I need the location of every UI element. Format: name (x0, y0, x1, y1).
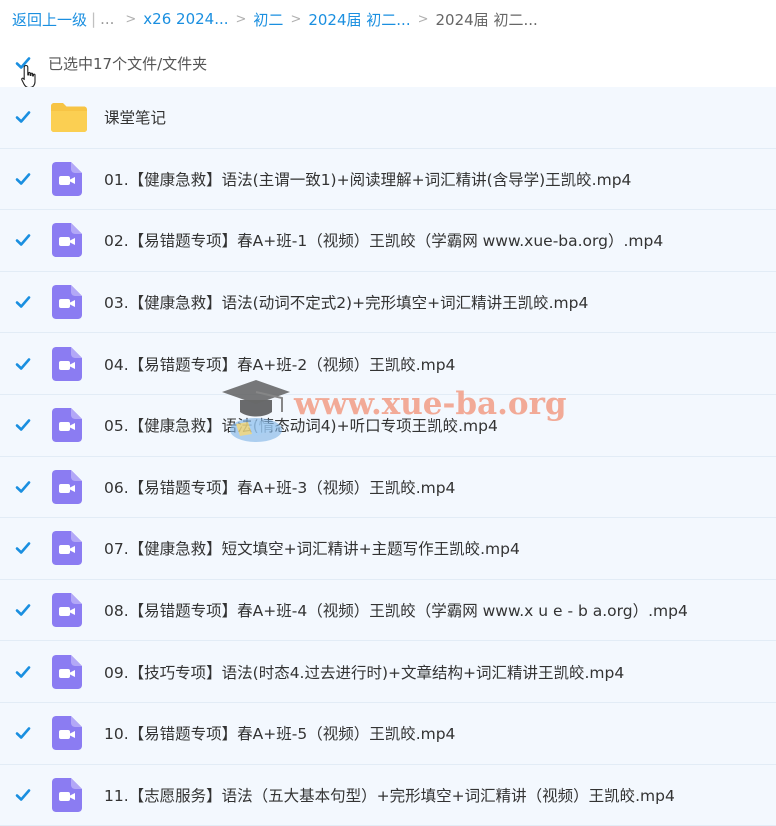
video-file-icon (52, 716, 82, 751)
chevron-right-icon: > (290, 11, 302, 27)
file-name[interactable]: 05.【健康急救】语法(情态动词4)+听口专项王凯皎.mp4 (104, 414, 498, 436)
video-file-icon (52, 654, 82, 689)
row-checkbox[interactable] (14, 170, 32, 188)
breadcrumb: 返回上一级 | ... > x26 2024... > 初二 > 2024届 初… (12, 8, 538, 30)
chevron-right-icon: > (235, 11, 247, 27)
file-row[interactable]: 07.【健康急救】短文填空+词汇精讲+主题写作王凯皎.mp4 (0, 518, 776, 580)
video-file-icon (32, 408, 82, 443)
video-file-icon (32, 593, 82, 628)
checkbox-checked-icon (15, 234, 31, 247)
breadcrumb-item-grade[interactable]: 初二 (253, 9, 283, 30)
row-checkbox[interactable] (14, 539, 32, 557)
breadcrumb-divider: | (91, 10, 97, 28)
file-name[interactable]: 课堂笔记 (104, 106, 166, 128)
checkbox-checked-icon (15, 357, 31, 370)
row-checkbox[interactable] (14, 231, 32, 249)
video-file-icon (32, 223, 82, 258)
video-file-icon (52, 161, 82, 196)
checkbox-checked-icon (15, 296, 31, 308)
selection-count-text: 已选中17个文件/文件夹 (48, 54, 208, 73)
breadcrumb-current: 2024届 初二... (435, 10, 538, 29)
video-file-icon (32, 161, 82, 196)
folder-row[interactable]: 课堂笔记 (0, 87, 776, 149)
row-checkbox[interactable] (14, 601, 32, 619)
row-checkbox[interactable] (14, 355, 32, 373)
row-checkbox[interactable] (14, 478, 32, 496)
video-file-icon (52, 408, 82, 443)
file-name[interactable]: 08.【易错题专项】春A+班-4（视频）王凯皎（学霸网 www.x u e - … (104, 599, 688, 621)
row-checkbox[interactable] (14, 293, 32, 311)
checkbox-checked-icon (15, 665, 31, 678)
file-name[interactable]: 10.【易错题专项】春A+班-5（视频）王凯皎.mp4 (104, 722, 455, 744)
checkbox-checked-icon (15, 173, 31, 185)
checkbox-checked-icon (15, 542, 31, 555)
file-row[interactable]: 09.【技巧专项】语法(时态4.过去进行时)+文章结构+词汇精讲王凯皎.mp4 (0, 641, 776, 703)
row-checkbox[interactable] (14, 786, 32, 804)
folder-icon (32, 101, 88, 133)
video-file-icon (32, 531, 82, 566)
checkbox-checked-icon (15, 789, 31, 801)
file-name[interactable]: 07.【健康急救】短文填空+词汇精讲+主题写作王凯皎.mp4 (104, 537, 520, 559)
row-checkbox[interactable] (14, 724, 32, 742)
row-checkbox[interactable] (14, 108, 32, 126)
file-name[interactable]: 02.【易错题专项】春A+班-1（视频）王凯皎（学霸网 www.xue-ba.o… (104, 229, 663, 251)
checkbox-checked-icon (15, 111, 31, 124)
breadcrumb-item-x26[interactable]: x26 2024... (143, 10, 228, 28)
chevron-right-icon: > (417, 11, 429, 27)
file-name[interactable]: 01.【健康急救】语法(主谓一致1)+阅读理解+词汇精讲(含导学)王凯皎.mp4 (104, 168, 631, 190)
file-row[interactable]: 06.【易错题专项】春A+班-3（视频）王凯皎.mp4 (0, 456, 776, 519)
video-file-icon (52, 593, 82, 628)
back-link[interactable]: 返回上一级 (12, 9, 87, 30)
file-row[interactable]: 11.【志愿服务】语法（五大基本句型）+完形填空+词汇精讲（视频）王凯皎.mp4 (0, 764, 776, 826)
file-row[interactable]: 10.【易错题专项】春A+班-5（视频）王凯皎.mp4 (0, 702, 776, 765)
video-file-icon (32, 346, 82, 381)
video-file-icon (32, 469, 82, 504)
file-name[interactable]: 11.【志愿服务】语法（五大基本句型）+完形填空+词汇精讲（视频）王凯皎.mp4 (104, 784, 675, 806)
chevron-right-icon: > (125, 11, 137, 27)
file-row[interactable]: 08.【易错题专项】春A+班-4（视频）王凯皎（学霸网 www.x u e - … (0, 579, 776, 642)
checkbox-checked-icon (15, 604, 31, 616)
breadcrumb-ellipsis[interactable]: ... (100, 10, 114, 28)
video-file-icon (52, 469, 82, 504)
video-file-icon (32, 654, 82, 689)
file-row[interactable]: 02.【易错题专项】春A+班-1（视频）王凯皎（学霸网 www.xue-ba.o… (0, 210, 776, 272)
checkbox-checked-icon (15, 481, 31, 493)
file-name[interactable]: 09.【技巧专项】语法(时态4.过去进行时)+文章结构+词汇精讲王凯皎.mp4 (104, 661, 624, 683)
file-row[interactable]: 01.【健康急救】语法(主谓一致1)+阅读理解+词汇精讲(含导学)王凯皎.mp4 (0, 148, 776, 211)
file-name[interactable]: 03.【健康急救】语法(动词不定式2)+完形填空+词汇精讲王凯皎.mp4 (104, 291, 588, 313)
checkbox-checked-icon (15, 727, 31, 740)
video-file-icon (52, 346, 82, 381)
file-row[interactable]: 03.【健康急救】语法(动词不定式2)+完形填空+词汇精讲王凯皎.mp4 (0, 271, 776, 334)
selection-bar: 已选中17个文件/文件夹 (0, 50, 776, 76)
video-file-icon (52, 285, 82, 320)
file-name[interactable]: 06.【易错题专项】春A+班-3（视频）王凯皎.mp4 (104, 476, 455, 498)
video-file-icon (32, 777, 82, 812)
folder-icon (51, 103, 87, 133)
file-row[interactable]: 04.【易错题专项】春A+班-2（视频）王凯皎.mp4 (0, 333, 776, 395)
video-file-icon (32, 285, 82, 320)
breadcrumb-item-class[interactable]: 2024届 初二... (308, 9, 410, 30)
checkbox-checked-icon (15, 419, 31, 432)
video-file-icon (32, 716, 82, 751)
row-checkbox[interactable] (14, 663, 32, 681)
file-name[interactable]: 04.【易错题专项】春A+班-2（视频）王凯皎.mp4 (104, 353, 455, 375)
row-checkbox[interactable] (14, 416, 32, 434)
video-file-icon (52, 531, 82, 566)
file-row[interactable]: 05.【健康急救】语法(情态动词4)+听口专项王凯皎.mp4 (0, 394, 776, 457)
file-list: 课堂笔记 01.【健康急救】语法(主谓一致1)+阅读理解+词汇精讲(含导学)王凯皎… (0, 87, 776, 826)
video-file-icon (52, 223, 82, 258)
video-file-icon (52, 777, 82, 812)
